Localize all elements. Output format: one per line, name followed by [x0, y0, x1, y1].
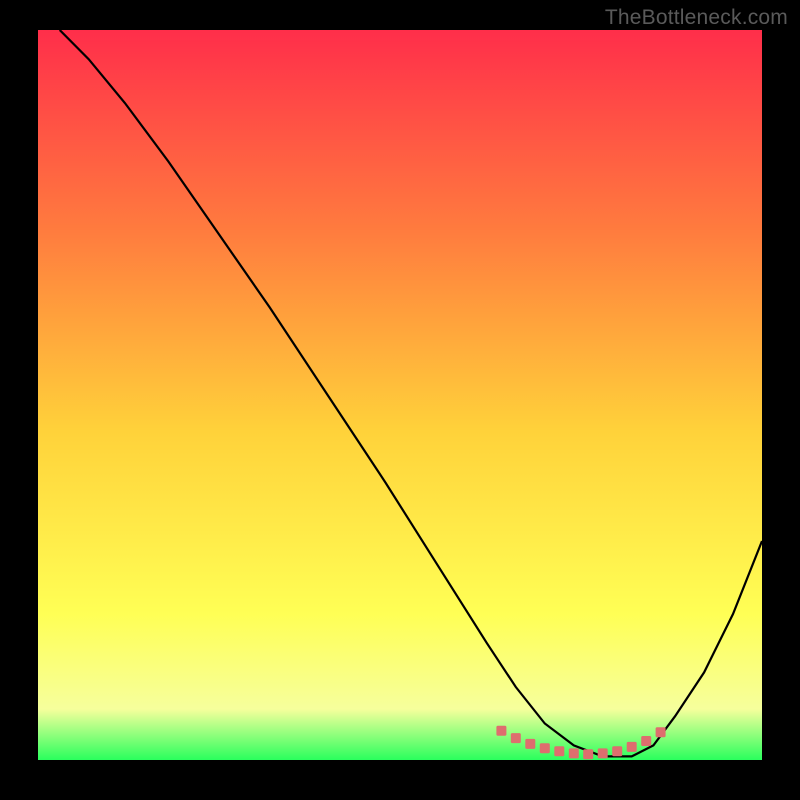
- optimal-marker: [612, 746, 622, 756]
- watermark-text: TheBottleneck.com: [605, 6, 788, 30]
- gradient-background: [38, 30, 762, 760]
- chart-plot-area: [38, 30, 762, 760]
- optimal-marker: [569, 748, 579, 758]
- optimal-marker: [641, 736, 651, 746]
- optimal-marker: [656, 727, 666, 737]
- chart-svg: [38, 30, 762, 760]
- optimal-marker: [496, 726, 506, 736]
- optimal-marker: [583, 749, 593, 759]
- optimal-marker: [554, 746, 564, 756]
- optimal-marker: [525, 739, 535, 749]
- optimal-marker: [627, 742, 637, 752]
- optimal-marker: [540, 743, 550, 753]
- optimal-marker: [598, 748, 608, 758]
- optimal-marker: [511, 733, 521, 743]
